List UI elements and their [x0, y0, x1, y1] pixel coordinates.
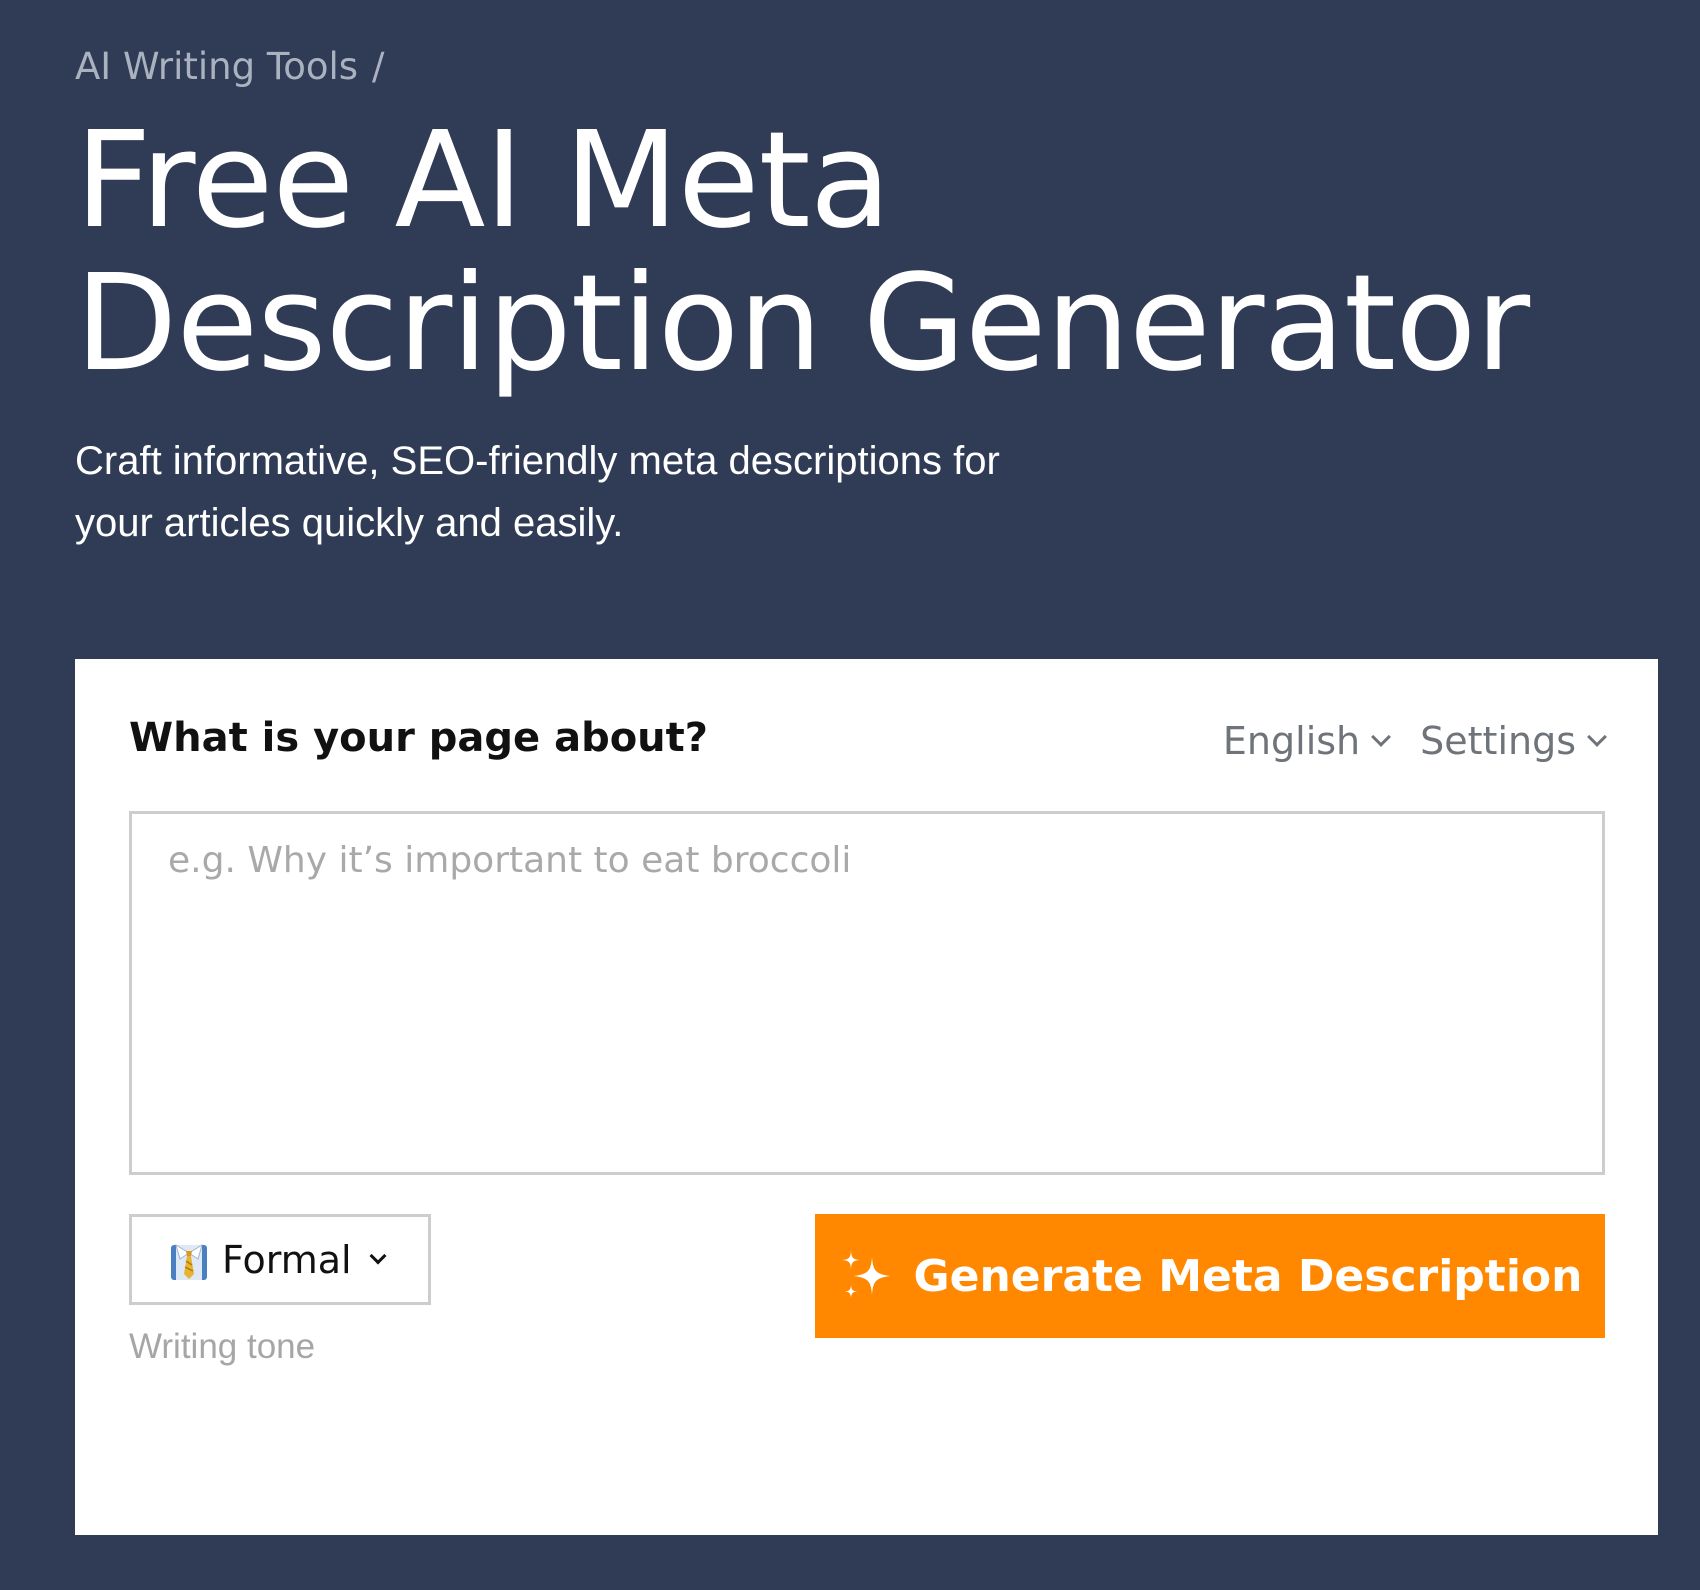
topic-question-label: What is your page about? [129, 715, 708, 761]
page-title-line-2: Description Generator [75, 247, 1530, 401]
page-subtitle-line-2: your articles quickly and easily. [75, 501, 624, 545]
breadcrumb: AI Writing Tools / [75, 45, 385, 88]
options-bar: English Settings [1222, 719, 1607, 763]
chevron-down-icon [1587, 727, 1607, 747]
sparkles-icon [841, 1251, 890, 1298]
page-title-line-1: Free AI Meta [75, 104, 891, 258]
necktie-shirt-icon [171, 1243, 207, 1280]
page-subtitle: Craft informative, SEO-friendly meta des… [75, 430, 1175, 554]
settings-dropdown-label: Settings [1420, 719, 1576, 763]
page-subtitle-line-1: Craft informative, SEO-friendly meta des… [75, 439, 1000, 483]
settings-dropdown[interactable]: Settings [1420, 719, 1607, 763]
writing-tone-caption: Writing tone [129, 1327, 316, 1366]
generate-button-label: Generate Meta Description [913, 1250, 1583, 1302]
chevron-down-icon [1371, 727, 1392, 747]
language-dropdown-label: English [1222, 719, 1361, 763]
writing-tone-dropdown[interactable]: Formal [129, 1214, 431, 1305]
breadcrumb-separator: / [372, 45, 385, 88]
writing-tone-value: Formal [222, 1237, 352, 1282]
generator-card: What is your page about? English Setting… [75, 659, 1658, 1535]
language-dropdown[interactable]: English [1222, 719, 1392, 763]
chevron-down-icon [369, 1247, 387, 1264]
breadcrumb-link-ai-writing-tools[interactable]: AI Writing Tools [75, 45, 358, 88]
page-title: Free AI Meta Description Generator [75, 110, 1635, 396]
page-topic-input[interactable] [129, 811, 1605, 1175]
generate-meta-description-button[interactable]: Generate Meta Description [815, 1214, 1605, 1338]
